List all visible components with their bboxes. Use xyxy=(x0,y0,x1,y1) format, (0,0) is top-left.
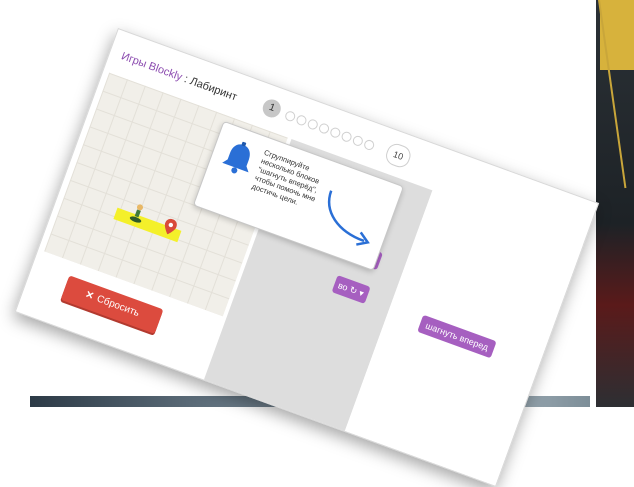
reset-label: Сбросить xyxy=(95,293,141,320)
bell-icon xyxy=(222,141,250,174)
level-dot[interactable] xyxy=(317,122,331,135)
turn-block[interactable]: во ↻ ▾ xyxy=(331,275,371,304)
level-dot[interactable] xyxy=(362,138,376,152)
level-dot[interactable] xyxy=(306,118,320,131)
level-dot[interactable] xyxy=(351,134,365,148)
level-current-badge[interactable]: 1 xyxy=(260,96,284,120)
background-yellow-strip xyxy=(600,0,634,70)
level-dot[interactable] xyxy=(328,126,342,140)
app-title-link[interactable]: Игры Blockly xyxy=(120,50,184,83)
maze-game-card: Игры Blockly : Лабиринт 1 10 ✕Сбросить ш… xyxy=(14,28,600,487)
close-icon: ✕ xyxy=(83,289,96,303)
workspace-forward-block[interactable]: шагнуть вперед xyxy=(417,314,497,359)
level-dot[interactable] xyxy=(295,113,308,127)
level-dot[interactable] xyxy=(340,130,354,144)
level-dot[interactable] xyxy=(283,109,297,123)
level-max-badge[interactable]: 10 xyxy=(383,141,414,170)
game-title: Лабиринт xyxy=(188,75,239,104)
